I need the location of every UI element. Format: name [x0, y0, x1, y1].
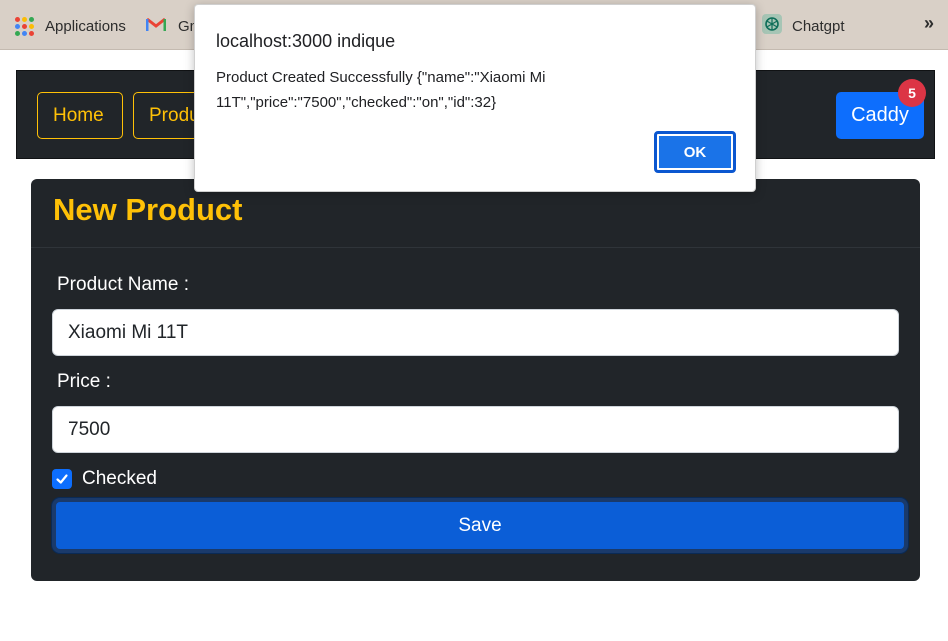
dialog-ok-button[interactable]: OK — [654, 131, 736, 173]
dialog-title: localhost:3000 indique — [216, 31, 396, 51]
product-name-input[interactable] — [52, 309, 899, 356]
cart-label: Caddy — [851, 104, 909, 126]
more-bookmarks-icon[interactable]: » — [924, 13, 934, 34]
save-button[interactable]: Save — [52, 498, 908, 553]
new-product-card: New Product Product Name : Price : Check… — [31, 179, 920, 581]
bookmark-chatgpt[interactable]: Chatgpt — [762, 14, 845, 38]
checkmark-icon — [56, 474, 68, 484]
apps-grid-icon — [15, 16, 34, 36]
bookmark-chatgpt-label: Chatgpt — [792, 17, 845, 35]
page-title: New Product — [53, 192, 243, 227]
alert-dialog: localhost:3000 indique Product Created S… — [194, 4, 756, 192]
checked-checkbox[interactable] — [52, 469, 72, 489]
cart-count-badge: 5 — [898, 79, 926, 107]
checked-row: Checked — [52, 468, 157, 490]
bookmark-applications-label: Applications — [45, 17, 126, 35]
bookmark-applications[interactable]: Applications — [15, 15, 126, 37]
dialog-message: Product Created Successfully {"name":"Xi… — [216, 69, 546, 111]
gmail-icon — [145, 17, 167, 36]
price-input[interactable] — [52, 406, 899, 453]
cart-button[interactable]: Caddy 5 — [836, 79, 926, 139]
checked-label: Checked — [82, 468, 157, 489]
product-name-label: Product Name : — [57, 274, 189, 295]
price-label: Price : — [57, 371, 111, 392]
chatgpt-icon — [762, 14, 782, 38]
nav-home-button[interactable]: Home — [37, 92, 123, 139]
